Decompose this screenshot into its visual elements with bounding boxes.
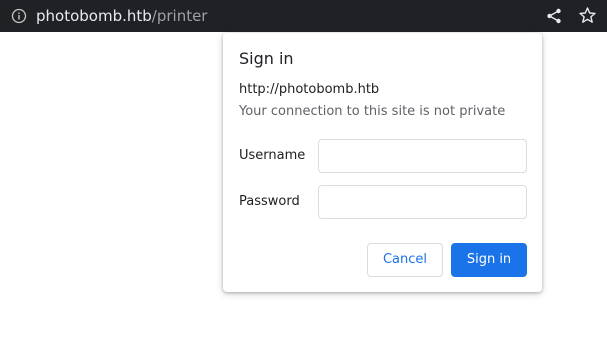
url-text[interactable]: photobomb.htb/printer xyxy=(36,0,207,32)
address-bar[interactable]: photobomb.htb/printer xyxy=(0,0,607,32)
password-input[interactable] xyxy=(318,185,527,219)
username-input[interactable] xyxy=(318,139,527,173)
cancel-button[interactable]: Cancel xyxy=(367,243,443,277)
share-icon[interactable] xyxy=(545,7,563,25)
star-icon[interactable] xyxy=(578,6,597,25)
dialog-title: Sign in xyxy=(239,49,294,68)
sign-in-button[interactable]: Sign in xyxy=(451,243,527,277)
info-icon[interactable] xyxy=(11,8,27,24)
password-label: Password xyxy=(239,194,300,209)
browser-toolbar: photobomb.htb/printer xyxy=(0,0,607,32)
url-host: photobomb.htb xyxy=(36,7,152,25)
dialog-origin: http://photobomb.htb xyxy=(239,82,380,97)
sign-in-dialog: Sign in http://photobomb.htb Your connec… xyxy=(223,33,542,292)
url-path: /printer xyxy=(151,7,208,25)
username-label: Username xyxy=(239,148,306,163)
connection-warning: Your connection to this site is not priv… xyxy=(239,104,506,119)
